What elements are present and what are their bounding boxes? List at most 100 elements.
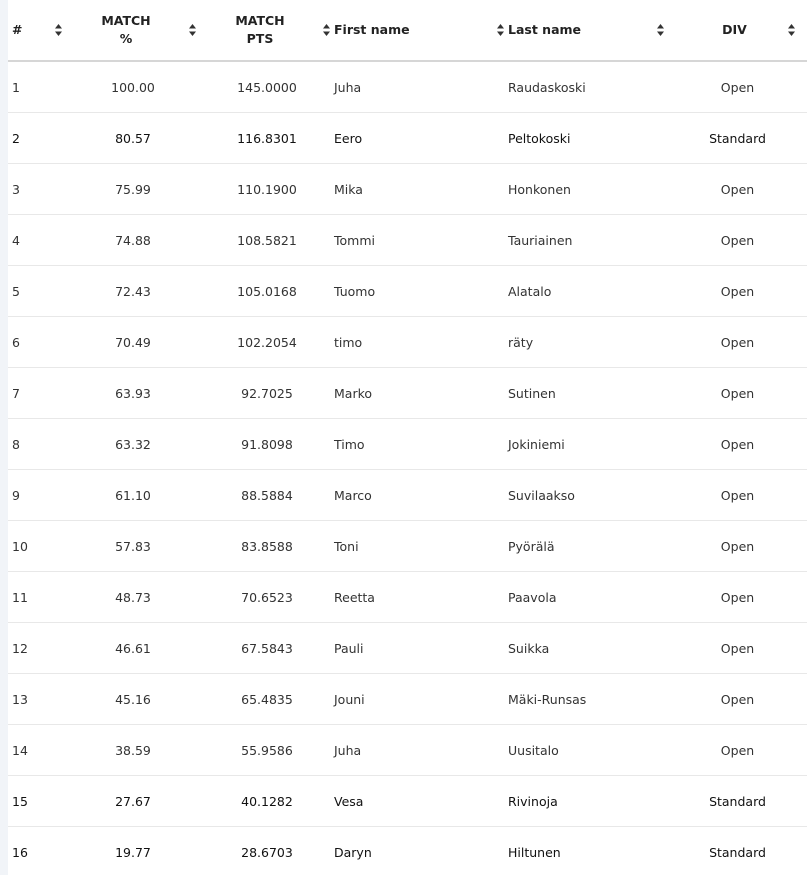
cell-last-name: Uusitalo [508,724,668,776]
column-header-label: DIV [722,22,747,37]
cell-match-percent: 61.10 [66,469,200,521]
table-row[interactable]: 8 63.32 91.8098 Timo Jokiniemi Open [8,418,807,470]
table-row[interactable]: 1 100.00 145.0000 Juha Raudaskoski Open [8,61,807,113]
cell-division: Open [668,367,807,419]
table-row[interactable]: 2 80.57 116.8301 Eero Peltokoski Standard [8,112,807,164]
sort-icon[interactable] [189,24,196,36]
cell-first-name: Timo [334,418,508,470]
cell-division: Standard [668,112,807,164]
cell-last-name: Suvilaakso [508,469,668,521]
cell-match-points: 83.8588 [200,520,334,572]
table-row[interactable]: 13 45.16 65.4835 Jouni Mäki-Runsas Open [8,673,807,725]
cell-match-percent: 27.67 [66,775,200,827]
cell-division: Open [668,673,807,725]
table-row[interactable]: 5 72.43 105.0168 Tuomo Alatalo Open [8,265,807,317]
cell-match-percent: 45.16 [66,673,200,725]
column-header-label: % [119,31,133,46]
cell-first-name: Toni [334,520,508,572]
table-row[interactable]: 11 48.73 70.6523 Reetta Paavola Open [8,571,807,623]
table-row[interactable]: 12 46.61 67.5843 Pauli Suikka Open [8,622,807,674]
cell-last-name: Jokiniemi [508,418,668,470]
cell-first-name: Tommi [334,214,508,266]
cell-rank: 1 [8,61,66,113]
column-header-division[interactable]: DIV [668,0,807,62]
cell-match-points: 102.2054 [200,316,334,368]
cell-division: Open [668,265,807,317]
cell-first-name: Eero [334,112,508,164]
cell-division: Open [668,61,807,113]
cell-match-percent: 70.49 [66,316,200,368]
cell-match-points: 91.8098 [200,418,334,470]
cell-first-name: Mika [334,163,508,215]
cell-rank: 3 [8,163,66,215]
cell-rank: 15 [8,775,66,827]
cell-match-points: 110.1900 [200,163,334,215]
table-row[interactable]: 14 38.59 55.9586 Juha Uusitalo Open [8,724,807,776]
cell-last-name: Suikka [508,622,668,674]
column-header-first-name[interactable]: First name [334,0,508,62]
cell-match-points: 67.5843 [200,622,334,674]
cell-first-name: timo [334,316,508,368]
cell-match-points: 55.9586 [200,724,334,776]
table-header-row: # MATCH % MATCH PTS First name Last name… [8,0,807,62]
cell-division: Standard [668,775,807,827]
cell-match-points: 65.4835 [200,673,334,725]
cell-match-points: 108.5821 [200,214,334,266]
cell-rank: 2 [8,112,66,164]
cell-last-name: Tauriainen [508,214,668,266]
cell-match-points: 70.6523 [200,571,334,623]
cell-first-name: Marco [334,469,508,521]
cell-rank: 7 [8,367,66,419]
sort-icon[interactable] [55,24,62,36]
table-body: 1 100.00 145.0000 Juha Raudaskoski Open 2 80.57… [8,61,807,875]
table-row[interactable]: 16 19.77 28.6703 Daryn Hiltunen Standard [8,827,807,875]
sort-icon[interactable] [788,24,795,36]
cell-match-points: 28.6703 [241,844,293,860]
cell-match-percent: 75.99 [66,163,200,215]
table-row[interactable]: 10 57.83 83.8588 Toni Pyörälä Open [8,520,807,572]
column-header-match-percent[interactable]: MATCH % [66,0,200,62]
cell-first-name: Jouni [334,673,508,725]
cell-last-name: Rivinoja [508,775,668,827]
cell-match-points: 92.7025 [200,367,334,419]
column-header-last-name[interactable]: Last name [508,0,668,62]
cell-match-percent: 38.59 [66,724,200,776]
column-header-match-points[interactable]: MATCH PTS [200,0,334,62]
cell-division: Open [668,622,807,674]
cell-first-name: Daryn [334,844,372,860]
cell-first-name: Reetta [334,571,508,623]
cell-last-name: Raudaskoski [508,61,668,113]
cell-match-percent: 48.73 [66,571,200,623]
cell-rank: 10 [8,520,66,572]
column-header-label: MATCH [101,13,151,28]
sort-icon[interactable] [323,24,330,36]
cell-match-percent: 72.43 [66,265,200,317]
table-row[interactable]: 6 70.49 102.2054 timo räty Open [8,316,807,368]
cell-division: Open [668,724,807,776]
column-header-rank[interactable]: # [8,0,66,62]
cell-rank: 11 [8,571,66,623]
table-row[interactable]: 9 61.10 88.5884 Marco Suvilaakso Open [8,469,807,521]
cell-first-name: Vesa [334,775,508,827]
cell-rank: 4 [8,214,66,266]
cell-rank: 9 [8,469,66,521]
cell-division: Open [668,520,807,572]
cell-first-name: Juha [334,61,508,113]
cell-first-name: Juha [334,724,508,776]
table-row[interactable]: 3 75.99 110.1900 Mika Honkonen Open [8,163,807,215]
cell-last-name: Paavola [508,571,668,623]
table-row[interactable]: 7 63.93 92.7025 Marko Sutinen Open [8,367,807,419]
cell-last-name: Pyörälä [508,520,668,572]
sort-icon[interactable] [657,24,664,36]
cell-rank: 6 [8,316,66,368]
table-row[interactable]: 15 27.67 40.1282 Vesa Rivinoja Standard [8,775,807,827]
table-row[interactable]: 4 74.88 108.5821 Tommi Tauriainen Open [8,214,807,266]
cell-match-points: 105.0168 [200,265,334,317]
cell-division: Open [668,418,807,470]
cell-match-points: 116.8301 [200,112,334,164]
cell-match-percent: 63.32 [66,418,200,470]
cell-rank: 16 [12,844,28,860]
sort-icon[interactable] [497,24,504,36]
cell-rank: 8 [8,418,66,470]
cell-match-percent: 63.93 [66,367,200,419]
